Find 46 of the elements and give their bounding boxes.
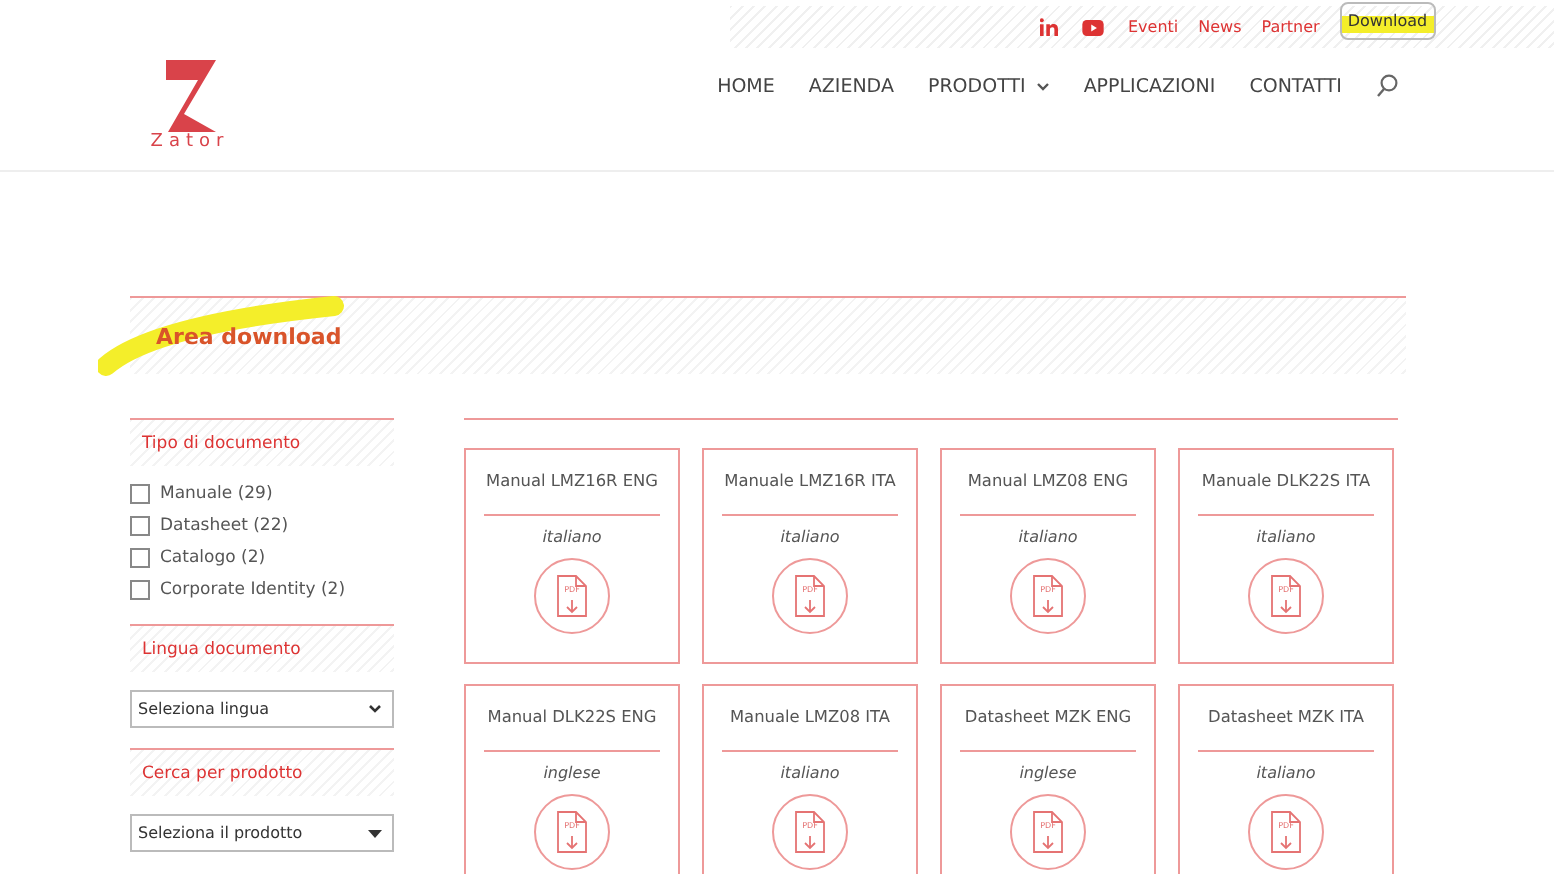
checkbox-label[interactable]: Manuale (29) bbox=[160, 484, 273, 504]
nav-link[interactable]: CONTATTI bbox=[1249, 75, 1342, 97]
document-title: Datasheet MZK ITA bbox=[1208, 706, 1364, 726]
document-language: italiano bbox=[780, 764, 840, 782]
logo-text[interactable]: Zator bbox=[150, 132, 230, 152]
language-select[interactable]: Seleziona lingua bbox=[130, 690, 394, 728]
top-link[interactable]: Eventi bbox=[1128, 18, 1179, 36]
document-language: italiano bbox=[1018, 528, 1078, 546]
youtube-icon[interactable] bbox=[1082, 19, 1104, 35]
checkbox[interactable] bbox=[130, 516, 150, 536]
checkbox-label[interactable]: Catalogo (2) bbox=[160, 548, 266, 568]
linkedin-icon[interactable] bbox=[1040, 18, 1058, 36]
document-title: Manuale LMZ08 ITA bbox=[729, 706, 891, 726]
checkbox[interactable] bbox=[130, 548, 150, 568]
checkbox[interactable] bbox=[130, 484, 150, 504]
document-language: italiano bbox=[1256, 528, 1316, 546]
document-language: italiano bbox=[780, 528, 840, 546]
document-title: Manual DLK22S ENG bbox=[487, 706, 657, 726]
nav-link[interactable]: APPLICAZIONI bbox=[1083, 75, 1216, 97]
nav-link[interactable]: PRODOTTI bbox=[927, 75, 1050, 97]
top-link[interactable]: Download bbox=[1339, 1, 1436, 39]
document-title: Datasheet MZK ENG bbox=[964, 706, 1132, 726]
top-link[interactable]: Partner bbox=[1261, 18, 1320, 36]
top-link[interactable]: News bbox=[1198, 18, 1242, 36]
document-title: Manual LMZ16R ENG bbox=[486, 470, 658, 490]
document-title: Manuale LMZ16R ITA bbox=[724, 470, 896, 490]
search-icon[interactable] bbox=[1376, 74, 1398, 98]
filter-heading: Cerca per prodotto bbox=[130, 748, 394, 796]
document-title: Manual LMZ08 ENG bbox=[967, 470, 1129, 490]
checkbox-label[interactable]: Corporate Identity (2) bbox=[160, 580, 346, 600]
nav-link[interactable]: HOME bbox=[717, 75, 775, 97]
caret-down-icon bbox=[368, 829, 382, 837]
checkbox-label[interactable]: Datasheet (22) bbox=[160, 516, 289, 536]
document-language: italiano bbox=[542, 528, 602, 546]
document-language: italiano bbox=[1256, 764, 1316, 782]
checkbox[interactable] bbox=[130, 580, 150, 600]
product-select[interactable]: Seleziona il prodotto bbox=[130, 814, 394, 852]
nav-link[interactable]: AZIENDA bbox=[808, 75, 894, 97]
z-logo-icon[interactable] bbox=[160, 60, 220, 136]
section-title: Area download bbox=[156, 323, 342, 349]
document-language: inglese bbox=[543, 764, 601, 782]
document-language: inglese bbox=[1019, 764, 1077, 782]
filter-heading: Lingua documento bbox=[130, 624, 394, 672]
document-title: Manuale DLK22S ITA bbox=[1201, 470, 1371, 490]
chevron-down-icon bbox=[368, 704, 382, 714]
filter-heading: Tipo di documento bbox=[130, 418, 394, 466]
